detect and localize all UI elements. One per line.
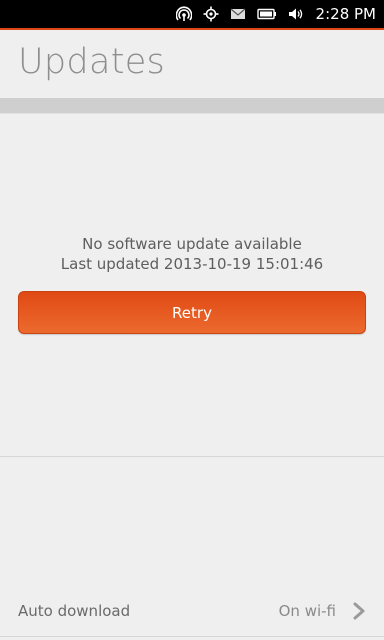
volume-icon[interactable]: [288, 6, 304, 22]
messages-icon[interactable]: [230, 6, 246, 22]
bottom-divider: [0, 636, 384, 637]
section-divider: [0, 456, 384, 457]
page-title: Updates: [18, 42, 166, 82]
status-bar: 2:28 PM: [0, 0, 384, 28]
retry-button[interactable]: Retry: [18, 291, 366, 334]
auto-download-label: Auto download: [18, 602, 131, 620]
last-updated-text: Last updated 2013-10-19 15:01:46: [60, 255, 324, 273]
location-icon[interactable]: [203, 6, 219, 22]
chevron-right-icon: [352, 602, 366, 620]
status-clock[interactable]: 2:28 PM: [316, 5, 376, 23]
update-status-message: No software update available: [82, 235, 302, 253]
update-status: No software update available Last update…: [0, 234, 384, 274]
battery-icon[interactable]: [256, 6, 277, 22]
network-icon[interactable]: [175, 6, 192, 22]
auto-download-row[interactable]: Auto download On wi-fi: [0, 588, 384, 634]
auto-download-value: On wi-fi: [278, 602, 336, 620]
header-divider: [0, 98, 384, 114]
page-header: Updates: [0, 30, 384, 98]
